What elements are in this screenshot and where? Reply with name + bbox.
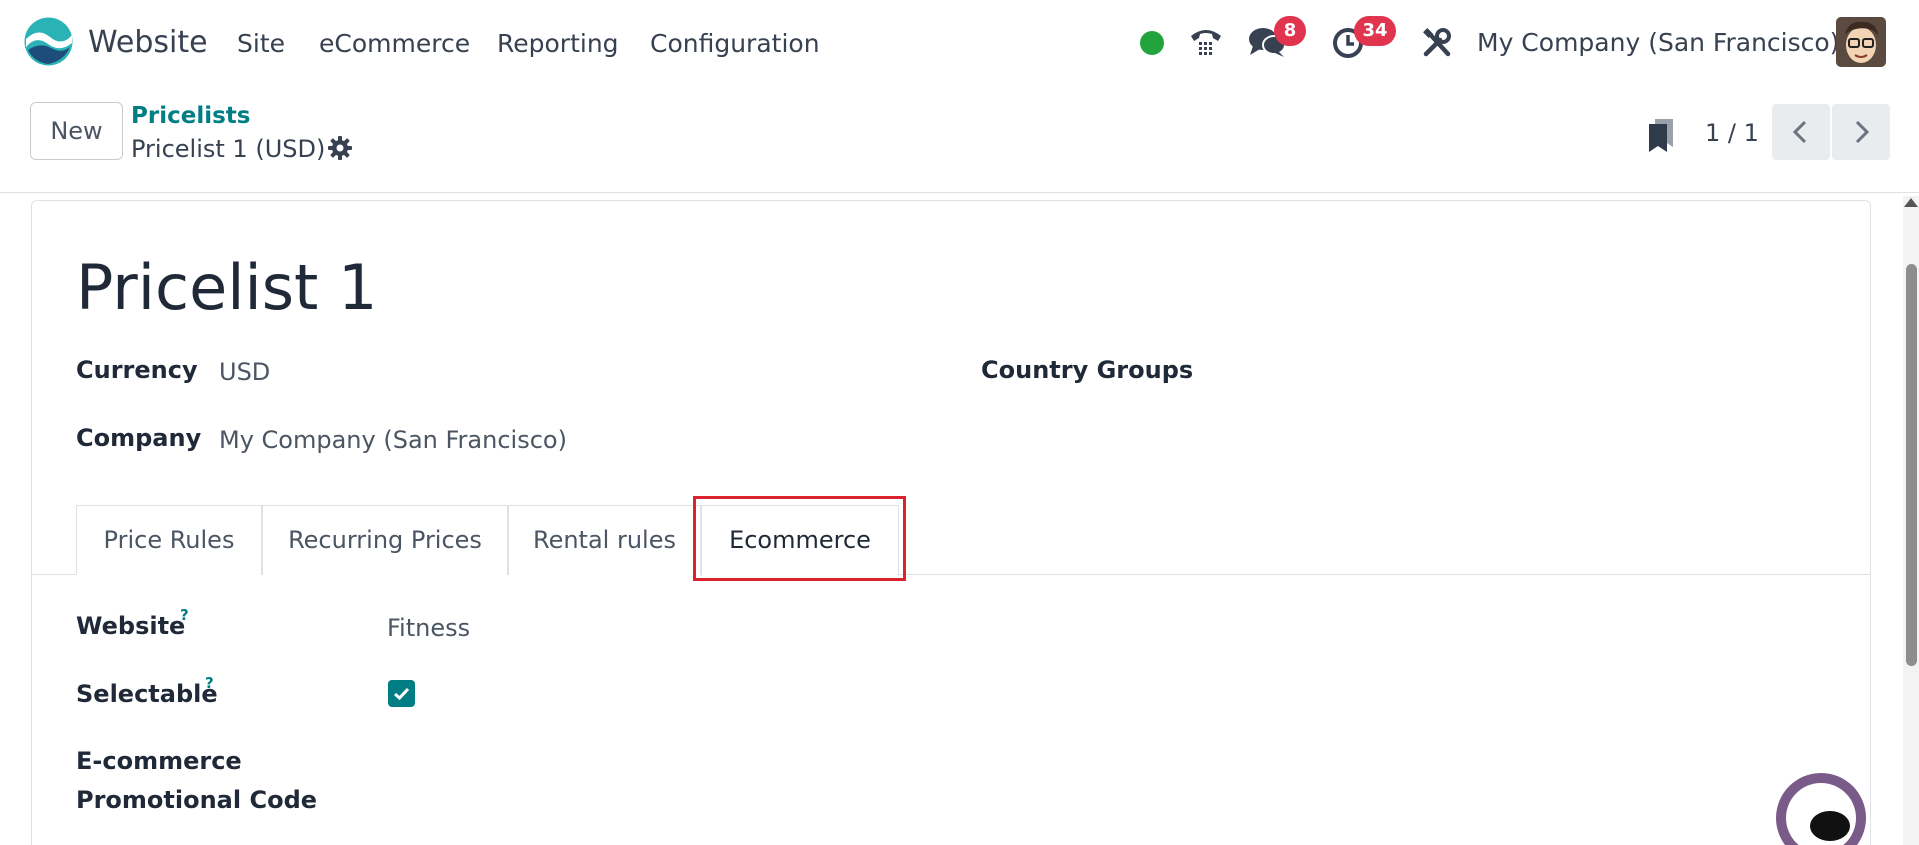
breadcrumb-current-record: Pricelist 1 (USD) — [131, 135, 326, 163]
selectable-label: Selectable — [76, 680, 218, 708]
user-avatar[interactable] — [1836, 17, 1886, 67]
company-field[interactable]: My Company (San Francisco) — [219, 424, 567, 456]
activities-badge: 34 — [1354, 16, 1396, 46]
gear-icon[interactable] — [327, 135, 353, 161]
scroll-up-arrow-icon[interactable] — [1904, 198, 1918, 207]
website-field[interactable]: Fitness — [387, 612, 470, 644]
new-button[interactable]: New — [30, 102, 123, 160]
pager-previous-button[interactable] — [1772, 104, 1830, 160]
pricelist-name-field[interactable]: Pricelist 1 — [76, 248, 377, 328]
company-switcher[interactable]: My Company (San Francisco) — [1477, 26, 1839, 60]
livechat-bubble-icon — [1810, 811, 1850, 841]
selectable-checkbox[interactable] — [388, 680, 415, 707]
country-groups-field[interactable] — [1175, 350, 1855, 390]
user-avatar-icon — [1836, 17, 1886, 67]
scrollbar-thumb[interactable] — [1906, 264, 1917, 666]
promo-code-label-line2: Promotional Code — [76, 786, 318, 814]
chevron-left-icon — [1792, 120, 1807, 144]
messages-badge: 8 — [1274, 16, 1306, 46]
promo-code-label-line1: E-commerce — [76, 747, 242, 775]
tools-icon[interactable] — [1422, 28, 1452, 58]
livechat-bubble-face — [1786, 783, 1856, 845]
country-groups-label: Country Groups — [981, 356, 1194, 384]
menu-site[interactable]: Site — [237, 28, 285, 60]
website-label: Website — [76, 612, 186, 640]
menu-reporting[interactable]: Reporting — [497, 28, 619, 60]
tab-price-rules[interactable]: Price Rules — [76, 505, 262, 575]
currency-label: Currency — [76, 356, 198, 384]
checkmark-icon — [394, 687, 410, 701]
website-help-icon[interactable]: ? — [180, 606, 189, 624]
pager-next-button[interactable] — [1832, 104, 1890, 160]
currency-field[interactable]: USD — [219, 356, 270, 388]
website-app-logo-icon[interactable] — [24, 17, 73, 66]
breadcrumb-pricelists[interactable]: Pricelists — [131, 101, 250, 131]
company-label: Company — [76, 424, 202, 452]
chevron-right-icon — [1855, 120, 1870, 144]
presence-status-icon — [1140, 31, 1164, 55]
control-panel-divider — [0, 192, 1919, 193]
tab-ecommerce[interactable]: Ecommerce — [701, 505, 899, 576]
tab-rental-rules[interactable]: Rental rules — [508, 505, 701, 575]
top-navbar: Website Site eCommerce Reporting Configu… — [0, 0, 1919, 86]
phone-icon[interactable] — [1188, 26, 1224, 60]
menu-ecommerce[interactable]: eCommerce — [319, 28, 470, 60]
menu-configuration[interactable]: Configuration — [650, 28, 820, 60]
tab-recurring-prices[interactable]: Recurring Prices — [262, 505, 508, 575]
app-name[interactable]: Website — [88, 24, 208, 62]
bookmark-icon[interactable] — [1646, 117, 1676, 153]
pager-value[interactable]: 1 / 1 — [1705, 117, 1759, 149]
selectable-help-icon[interactable]: ? — [205, 674, 214, 692]
